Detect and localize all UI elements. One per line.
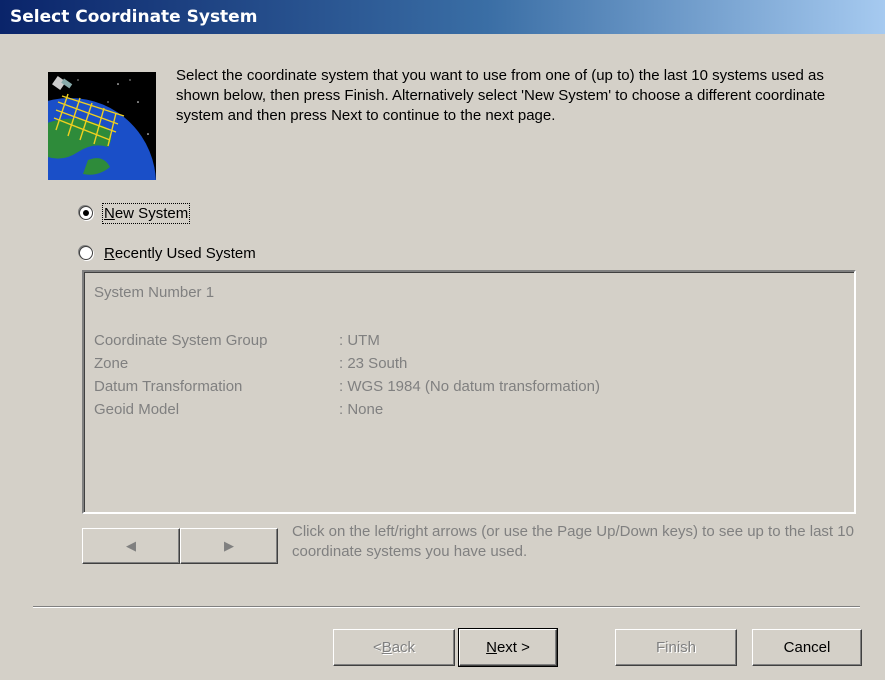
detail-value: : 23 South [339,355,408,372]
new-system-label[interactable]: New System [101,202,191,224]
detail-key: Coordinate System Group [94,332,268,349]
detail-row: Coordinate System Group : UTM [94,329,600,352]
previous-system-button[interactable]: ◀ [82,528,180,564]
globe-grid-icon [48,72,156,180]
triangle-right-icon: ▶ [224,538,234,553]
detail-value: : WGS 1984 (No datum transformation) [339,378,600,395]
recently-used-radio-button[interactable] [79,246,93,260]
recent-system-panel: System Number 1 Coordinate System Group … [82,270,856,514]
detail-row: Zone : 23 South [94,352,600,375]
next-button[interactable]: Next > [458,628,558,667]
cancel-button[interactable]: Cancel [752,629,862,666]
title-bar: Select Coordinate System [0,0,885,34]
intro-text: Select the coordinate system that you wa… [176,67,826,124]
back-button[interactable]: < Back [333,629,455,666]
next-system-button[interactable]: ▶ [180,528,278,564]
finish-button[interactable]: Finish [615,629,737,666]
detail-row: Geoid Model : None [94,398,600,421]
detail-key: Datum Transformation [94,378,243,395]
detail-key: Geoid Model [94,401,180,418]
triangle-left-icon: ◀ [126,538,136,553]
detail-value: : None [339,401,384,418]
recently-used-system-radio[interactable]: Recently Used System [79,242,256,264]
history-nav: ◀ ▶ [82,528,278,564]
window-title: Select Coordinate System [10,7,258,27]
detail-value: : UTM [339,332,380,349]
new-system-radio-button[interactable] [79,206,93,220]
recently-used-label[interactable]: Recently Used System [104,245,256,262]
system-number: System Number 1 [94,284,215,301]
separator [33,606,860,608]
navigation-hint: Click on the left/right arrows (or use t… [292,523,854,560]
new-system-radio[interactable]: New System [79,202,191,224]
detail-key: Zone [94,355,129,372]
detail-row: Datum Transformation : WGS 1984 (No datu… [94,375,600,398]
